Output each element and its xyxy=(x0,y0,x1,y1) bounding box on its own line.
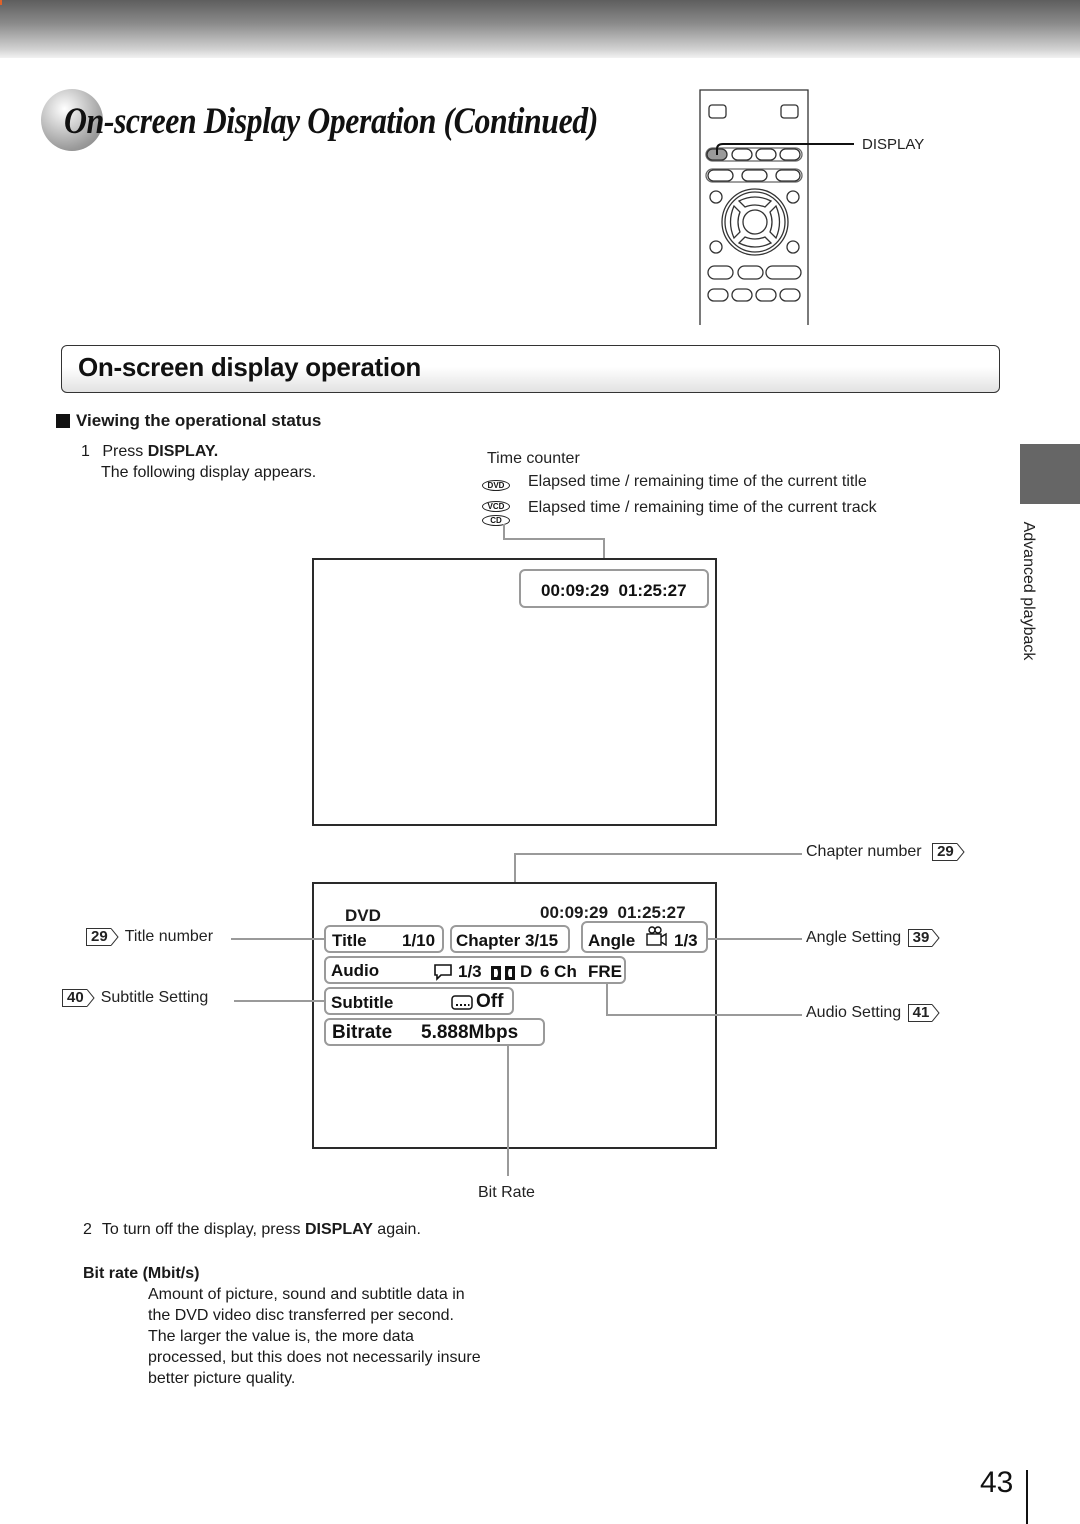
display-button-label: DISPLAY xyxy=(862,136,925,153)
chapter-callout-line xyxy=(514,853,802,855)
audio-format: D xyxy=(520,962,533,981)
time-counter-box: 00:09:29 01:25:27 xyxy=(519,569,709,608)
elapsed-time: 00:09:29 xyxy=(540,903,609,922)
vcd-cd-time-desc: Elapsed time / remaining time of the cur… xyxy=(528,499,877,516)
bitrate-note-heading: Bit rate (Mbit/s) xyxy=(83,1265,200,1282)
audio-box: Audio 1/3 D 6 Ch FRE xyxy=(324,956,626,984)
angle-box: Angle 1/3 xyxy=(581,921,708,953)
audio-label: Audio xyxy=(331,961,380,980)
bit-rate-callout: Bit Rate xyxy=(478,1184,535,1201)
subtitle-icon xyxy=(451,995,473,1016)
chapter-box: Chapter 3/15 xyxy=(450,925,570,953)
time-counter-heading: Time counter xyxy=(487,450,580,467)
corner-mark xyxy=(0,0,2,5)
subtitle-setting-callout: 40 Subtitle Setting xyxy=(62,989,208,1007)
disc-type-label: DVD xyxy=(345,906,381,925)
page-number: 43 xyxy=(980,1466,1014,1499)
audio-language: FRE xyxy=(588,962,622,981)
title-label: Title xyxy=(332,931,367,950)
step-1-number: 1 xyxy=(81,443,90,460)
connector-line xyxy=(503,538,605,540)
camera-icon xyxy=(645,925,669,954)
dolby-digital-icon xyxy=(491,965,515,985)
display-callout-line xyxy=(808,143,854,145)
step-2-number: 2 xyxy=(83,1221,92,1238)
bitrate-note-line: better picture quality. xyxy=(148,1370,296,1387)
bitrate-box: Bitrate 5.888Mbps xyxy=(324,1018,545,1046)
step-2-key: DISPLAY xyxy=(304,1221,373,1238)
bitrate-note-line: processed, but this does not necessarily… xyxy=(148,1349,481,1366)
remaining-time: 01:25:27 xyxy=(617,903,686,922)
subtitle-box: Subtitle Off xyxy=(324,987,514,1015)
angle-setting-callout: Angle Setting 39 xyxy=(806,929,940,947)
elapsed-time: 00:09:29 xyxy=(541,581,610,600)
speech-bubble-icon xyxy=(433,962,453,987)
square-bullet-icon xyxy=(56,414,70,428)
angle-label: Angle xyxy=(588,931,636,950)
step-1-key: DISPLAY. xyxy=(147,443,219,460)
subheading-text: Viewing the operational status xyxy=(76,411,322,430)
audio-channels: 6 Ch xyxy=(540,962,577,981)
step-2: 2 To turn off the display, press DISPLAY … xyxy=(83,1221,421,1238)
bitrate-note-line: the DVD video disc transferred per secon… xyxy=(148,1307,454,1324)
bitrate-value: 5.888Mbps xyxy=(421,1022,519,1043)
cd-badge-icon: CD xyxy=(482,510,510,528)
screen2-time: 00:09:29 01:25:27 xyxy=(540,903,686,923)
bitrate-callout-line xyxy=(507,1046,509,1176)
page-title: On-screen Display Operation (Continued) xyxy=(64,101,598,142)
audio-track: 1/3 xyxy=(458,962,482,981)
angle-callout-line xyxy=(708,938,802,940)
angle-value: 1/3 xyxy=(674,931,698,950)
dvd-time-desc: Elapsed time / remaining time of the cur… xyxy=(528,473,867,490)
connector-line xyxy=(503,524,505,539)
bitrate-note-line: Amount of picture, sound and subtitle da… xyxy=(148,1286,465,1303)
bitrate-note-line: The larger the value is, the more data xyxy=(148,1328,414,1345)
title-box: Title 1/10 xyxy=(324,925,444,953)
page-ref-badge: 41 xyxy=(907,1004,941,1022)
audio-callout-line xyxy=(606,1014,802,1016)
remaining-time: 01:25:27 xyxy=(618,581,687,600)
page-number-divider xyxy=(1026,1470,1028,1524)
step-1: 1 Press DISPLAY. xyxy=(81,443,218,461)
title-value: 1/10 xyxy=(402,931,436,950)
subtitle-callout-line xyxy=(234,1000,324,1002)
title-number-callout: 29 Title number xyxy=(86,928,213,946)
chapter-number-callout: Chapter number 29 xyxy=(806,843,965,861)
dvd-badge-icon: DVD xyxy=(482,475,510,493)
page-ref-badge: 39 xyxy=(907,929,941,947)
page-ref-badge: 29 xyxy=(86,928,119,946)
bitrate-note-body: Amount of picture, sound and subtitle da… xyxy=(148,1284,481,1389)
step-1-prefix: Press xyxy=(102,443,148,460)
audio-setting-callout: Audio Setting 41 xyxy=(806,1004,940,1022)
remote-control-illustration xyxy=(699,89,809,325)
page-ref-badge: 29 xyxy=(932,843,965,861)
subtitle-value: Off xyxy=(476,991,504,1012)
header-band xyxy=(0,0,1080,58)
bitrate-label: Bitrate xyxy=(332,1022,393,1043)
chapter-side-tab xyxy=(1020,444,1080,504)
subheading: Viewing the operational status xyxy=(56,411,321,431)
chapter-label: Chapter xyxy=(456,931,521,950)
section-title: On-screen display operation xyxy=(78,352,421,382)
subtitle-label: Subtitle xyxy=(331,993,394,1012)
audio-callout-line xyxy=(606,984,608,1016)
chapter-value: 3/15 xyxy=(524,931,559,950)
title-callout-line xyxy=(231,938,324,940)
side-tab-label: Advanced playback xyxy=(1020,521,1037,661)
step-1-result: The following display appears. xyxy=(101,464,317,481)
page-ref-badge: 40 xyxy=(62,989,95,1007)
